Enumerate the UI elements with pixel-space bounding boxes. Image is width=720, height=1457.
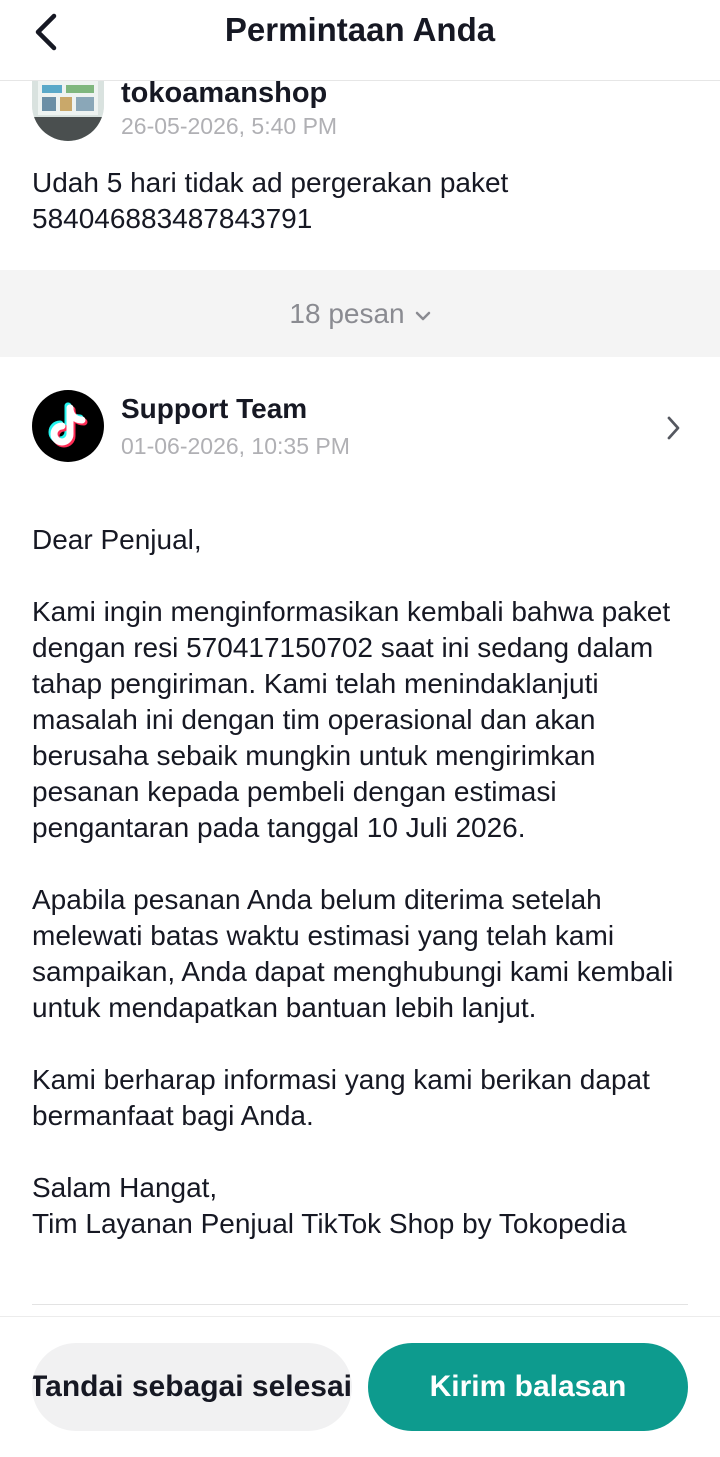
support-avatar [32, 390, 104, 462]
divider [32, 1304, 688, 1305]
tiktok-logo-icon [48, 402, 88, 448]
shop-avatar [32, 81, 104, 141]
support-message-body: Dear Penjual, Kami ingin menginformasika… [32, 522, 692, 1242]
greeting: Dear Penjual, [32, 524, 202, 555]
chevron-right-icon [667, 416, 680, 440]
shop-avatar-image [32, 81, 104, 141]
paragraph-2: Apabila pesanan Anda belum diterima sete… [32, 884, 674, 1023]
message-body: Udah 5 hari tidak ad pergerakan paket 58… [32, 165, 688, 237]
signature: Tim Layanan Penjual TikTok Shop by Tokop… [32, 1208, 627, 1239]
support-message-header[interactable]: Support Team 01-06-2026, 10:35 PM [0, 357, 720, 487]
paragraph-1: Kami ingin menginformasikan kembali bahw… [32, 596, 671, 843]
paragraph-3: Kami berharap informasi yang kami berika… [32, 1064, 650, 1131]
mark-resolved-button[interactable]: Tandai sebagai selesai [32, 1343, 352, 1431]
top-bar: Permintaan Anda [0, 0, 720, 81]
tracking-number: 584046883487843791 [32, 203, 313, 234]
page-title: Permintaan Anda [224, 11, 496, 48]
footer-actions: Tandai sebagai selesai Kirim balasan [0, 1316, 720, 1457]
chevron-down-icon [415, 311, 430, 320]
message-line: Udah 5 hari tidak ad pergerakan paket [32, 167, 509, 198]
mark-resolved-label: Tandai sebagai selesai [32, 1370, 352, 1403]
first-message: tokoamanshop 26-05-2026, 5:40 PM Udah 5 … [0, 81, 720, 270]
message-timestamp: 26-05-2026, 5:40 PM [121, 113, 338, 139]
sender-name: tokoamanshop [121, 81, 328, 109]
collapsed-count-label: 18 pesan [289, 297, 405, 329]
closing: Salam Hangat, [32, 1172, 218, 1203]
send-reply-button[interactable]: Kirim balasan [368, 1343, 688, 1431]
expand-messages-button[interactable]: 18 pesan [0, 270, 720, 357]
support-sender-name: Support Team [121, 393, 308, 424]
support-timestamp: 01-06-2026, 10:35 PM [121, 433, 350, 459]
